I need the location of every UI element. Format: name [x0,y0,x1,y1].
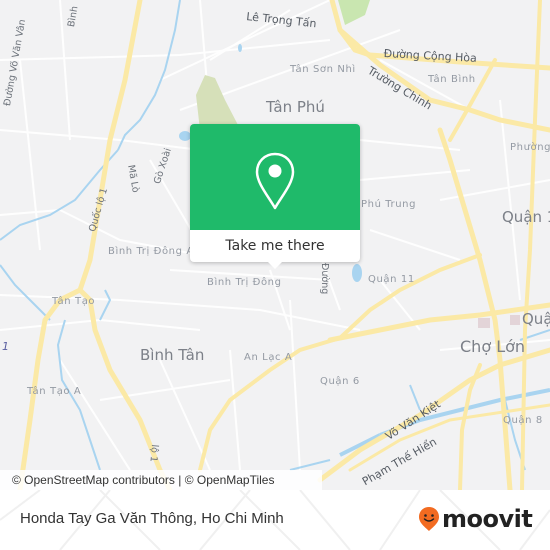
ward-label-quan-6: Quận 6 [320,376,360,387]
moovit-wordmark: moovit [442,505,533,533]
take-me-there-button[interactable]: Take me there [190,230,360,262]
building-block [510,315,520,325]
map-attribution[interactable]: © OpenStreetMap contributors | © OpenMap… [0,470,322,490]
street-label-quoc-lo-1-south: lộ 1 [147,444,160,463]
ward-label-tan-binh: Tân Bình [428,74,476,85]
district-label-binh-tan: Bình Tân [140,346,205,364]
ward-label-binh-tri-dong-a: Bình Trị Đông A [108,246,194,257]
green-area [338,0,370,25]
popup-pointer [268,262,282,269]
street-label-duong: Đường [319,263,330,295]
moovit-logo[interactable]: moovit [418,504,533,534]
ward-label-phu-trung: Phú Trung [361,199,417,210]
ward-label-quan-11: Quận 11 [368,274,415,285]
place-name: Honda Tay Ga Văn Thông, Ho Chi Minh [20,510,284,527]
park-area [196,75,238,130]
district-label-quan-5: Quận [522,310,550,328]
location-popup[interactable]: Take me there [190,124,360,269]
district-label-quan-10: Quận 1 [502,208,550,226]
popup-header [190,124,360,230]
ward-label-phuong: Phường [510,142,550,153]
ward-label-tan-tao: Tân Tạo [52,296,96,307]
pond [238,44,242,52]
lake [352,264,362,282]
map-view[interactable]: 1 Tân Phú Bình Tân Chợ Lớn Quận 1 Quận T… [0,0,550,490]
ward-label-binh-tri-dong: Bình Trị Đông [207,277,282,288]
footer-bar: Honda Tay Ga Văn Thông, Ho Chi Minh moov… [0,490,550,550]
ward-label-tan-son-nhi: Tân Sơn Nhì [290,64,356,75]
ward-label-an-lac-a: An Lạc A [244,352,293,363]
map-pin-icon [255,152,295,210]
ward-label-tan-tao-a: Tân Tạo A [27,386,82,397]
district-label-tan-phu: Tân Phú [266,98,325,116]
moovit-smiley-pin-icon [419,507,439,531]
ward-label-quan-8: Quận 8 [503,415,543,426]
building-block [478,318,490,328]
district-label-cho-lon: Chợ Lớn [460,337,526,356]
route-marker: 1 [2,340,9,353]
